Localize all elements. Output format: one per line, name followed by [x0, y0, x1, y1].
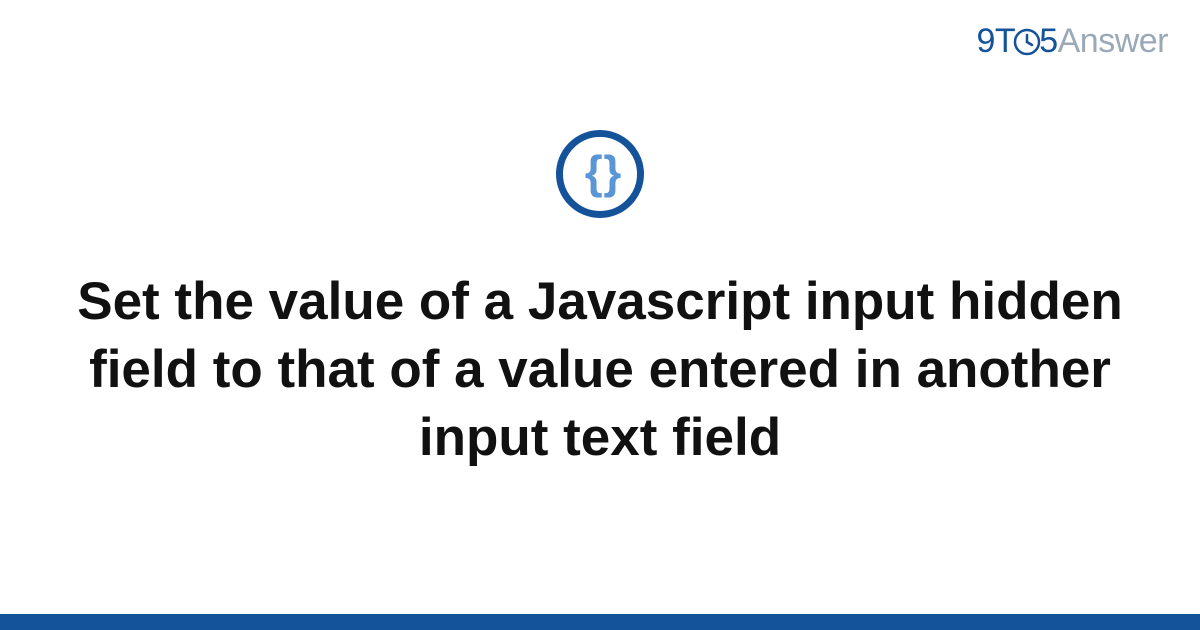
logo-text-9t: 9T [977, 22, 1016, 60]
logo-text-answer: Answer [1058, 22, 1168, 60]
clock-icon [1013, 26, 1041, 65]
category-icon-circle: { } [556, 130, 644, 218]
logo-text-5: 5 [1039, 22, 1057, 60]
footer-accent-bar [0, 614, 1200, 630]
page-title: Set the value of a Javascript input hidd… [0, 268, 1200, 471]
braces-icon: { } [585, 149, 616, 195]
site-logo: 9T 5Answer [977, 22, 1168, 65]
